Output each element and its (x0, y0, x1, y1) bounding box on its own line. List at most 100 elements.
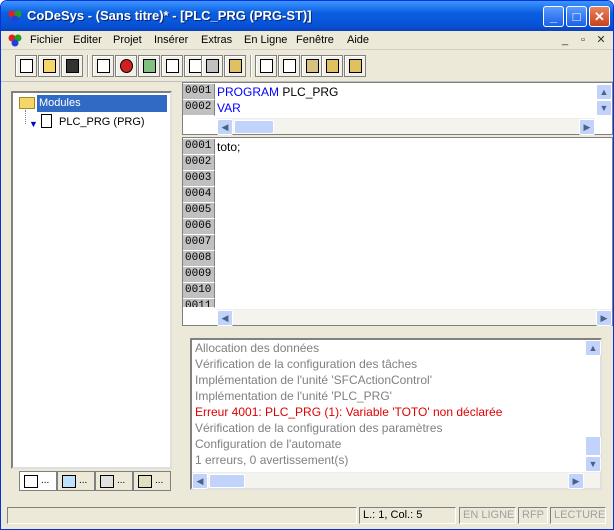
line-number: 0008 (183, 251, 215, 267)
menu-projet[interactable]: Projet (113, 34, 142, 46)
online-indicator: EN LIGNE (459, 507, 516, 524)
data-types-tab-icon (62, 475, 76, 488)
line-number: 0002 (183, 155, 215, 171)
scroll-down-icon[interactable]: ▼ (585, 456, 601, 472)
read-only-indicator: LECTURE (550, 507, 606, 524)
code-text: toto; (217, 140, 241, 154)
line-number: 0010 (183, 283, 215, 299)
find-icon[interactable] (321, 55, 343, 77)
message-line[interactable]: Configuration de l'automate (195, 437, 341, 451)
keyword: VAR (217, 101, 241, 115)
maximize-button[interactable]: □ (566, 6, 587, 27)
close-button[interactable]: ✕ (589, 6, 610, 27)
find-next-icon[interactable] (344, 55, 366, 77)
vertical-splitter[interactable] (175, 85, 181, 501)
title-bar[interactable]: CoDeSys - (Sans titre)* - [PLC_PRG (PRG-… (1, 1, 613, 31)
line-number: 0003 (183, 171, 215, 187)
run-icon[interactable] (138, 55, 160, 77)
code-line: PROGRAM PLC_PRG (217, 85, 338, 99)
menu-editer[interactable]: Editer (73, 34, 102, 46)
message-line[interactable]: 1 erreurs, 0 avertissement(s) (195, 453, 348, 467)
arrow-down-icon: ▼ (29, 119, 38, 129)
keyword: PROGRAM (217, 85, 280, 99)
save-icon[interactable] (61, 55, 83, 77)
code-editor[interactable]: 0001 0002 0003 0004 0005 0006 0007 0008 0009 0010… (182, 137, 613, 326)
horizontal-scrollbar[interactable]: ◀ ▶ (217, 118, 595, 135)
visualizations-tab-icon (100, 475, 114, 488)
scroll-thumb[interactable] (209, 474, 245, 488)
object-organizer: Modules ▼ PLC_PRG (PRG) (11, 91, 172, 469)
scroll-left-icon[interactable]: ◀ (217, 119, 233, 135)
menu-extras[interactable]: Extras (201, 34, 232, 46)
stop-icon[interactable] (115, 55, 137, 77)
scroll-thumb[interactable] (585, 436, 601, 456)
message-line[interactable]: Implémentation de l'unité 'SFCActionCont… (195, 373, 432, 387)
scroll-right-icon[interactable]: ▶ (568, 473, 584, 489)
logout-icon[interactable] (224, 55, 246, 77)
menu-fichier[interactable]: Fichier (30, 34, 63, 46)
toolbar-separator (87, 55, 89, 77)
line-number: 0001 (183, 84, 215, 100)
scroll-down-icon[interactable]: ▼ (596, 100, 612, 116)
paste-icon[interactable] (301, 55, 323, 77)
menu-fenetre[interactable]: Fenêtre (296, 34, 334, 46)
message-line[interactable]: Vérification de la configuration des par… (195, 421, 442, 435)
mdi-restore-button[interactable]: ▫ (575, 33, 591, 47)
login-icon[interactable] (201, 55, 223, 77)
declaration-editor[interactable]: 0001 0002 PROGRAM PLC_PRG VAR ▲ ▼ ◀ ▶ (182, 82, 613, 135)
status-bar: L.: 1, Col.: 5 EN LIGNE RFP LECTURE (1, 506, 613, 526)
scroll-up-icon[interactable]: ▲ (596, 84, 612, 100)
toolbar-separator (250, 55, 252, 77)
identifier: PLC_PRG (279, 85, 339, 99)
rfp-indicator: RFP (518, 507, 548, 524)
toolbar (1, 52, 613, 82)
horizontal-scrollbar[interactable]: ◀ ▶ (192, 472, 600, 489)
tab-modules[interactable]: ... (19, 471, 57, 491)
cut-icon[interactable] (255, 55, 277, 77)
folder-icon (19, 97, 35, 109)
codesys-menu-icon[interactable] (7, 33, 23, 47)
minimize-button[interactable]: _ (543, 6, 564, 27)
organizer-tabs: ... ... ... ... (15, 471, 173, 493)
message-window[interactable]: Allocation des données Vérification de la… (190, 338, 602, 490)
copy-icon[interactable] (278, 55, 300, 77)
scroll-up-icon[interactable]: ▲ (585, 340, 601, 356)
tree-item-plc-prg[interactable]: PLC_PRG (PRG) (59, 116, 145, 128)
line-number: 0001 (183, 139, 215, 155)
tree-connector (25, 110, 26, 124)
modules-tab-icon (24, 475, 38, 488)
menu-en-ligne[interactable]: En Ligne (244, 34, 287, 46)
menu-bar: Fichier Editer Projet Insérer Extras En … (1, 31, 613, 50)
codesys-logo-icon (8, 10, 22, 23)
message-line[interactable]: Vérification de la configuration des tâc… (195, 357, 417, 371)
line-number: 0002 (183, 100, 215, 116)
tab-data-types[interactable]: ... (57, 471, 95, 491)
line-number: 0007 (183, 235, 215, 251)
step-over-icon[interactable] (161, 55, 183, 77)
message-line[interactable]: Implémentation de l'unité 'PLC_PRG' (195, 389, 392, 403)
message-line[interactable]: Allocation des données (195, 341, 319, 355)
scroll-left-icon[interactable]: ◀ (192, 473, 208, 489)
app-window: CoDeSys - (Sans titre)* - [PLC_PRG (PRG-… (0, 0, 614, 530)
scroll-right-icon[interactable]: ▶ (579, 119, 595, 135)
resources-tab-icon (138, 475, 152, 488)
scroll-left-icon[interactable]: ◀ (217, 310, 233, 326)
mdi-minimize-button[interactable]: _ (557, 33, 573, 47)
line-number: 0005 (183, 203, 215, 219)
horizontal-scrollbar[interactable]: ◀ ▶ (217, 309, 612, 326)
tab-resources[interactable]: ... (133, 471, 171, 491)
line-number: 0011 (183, 299, 215, 308)
build-icon[interactable] (92, 55, 114, 77)
cursor-position: L.: 1, Col.: 5 (359, 507, 456, 524)
scroll-right-icon[interactable]: ▶ (596, 310, 612, 326)
error-message[interactable]: Erreur 4001: PLC_PRG (1): Variable 'TOTO… (195, 405, 502, 419)
new-file-icon[interactable] (15, 55, 37, 77)
mdi-close-button[interactable]: ✕ (593, 33, 609, 47)
menu-aide[interactable]: Aide (347, 34, 369, 46)
tree-item-modules[interactable]: Modules (37, 95, 167, 112)
scroll-thumb[interactable] (234, 120, 274, 134)
menu-inserer[interactable]: Insérer (154, 34, 188, 46)
open-folder-icon[interactable] (38, 55, 60, 77)
program-page-icon (41, 114, 52, 128)
tab-visualizations[interactable]: ... (95, 471, 133, 491)
